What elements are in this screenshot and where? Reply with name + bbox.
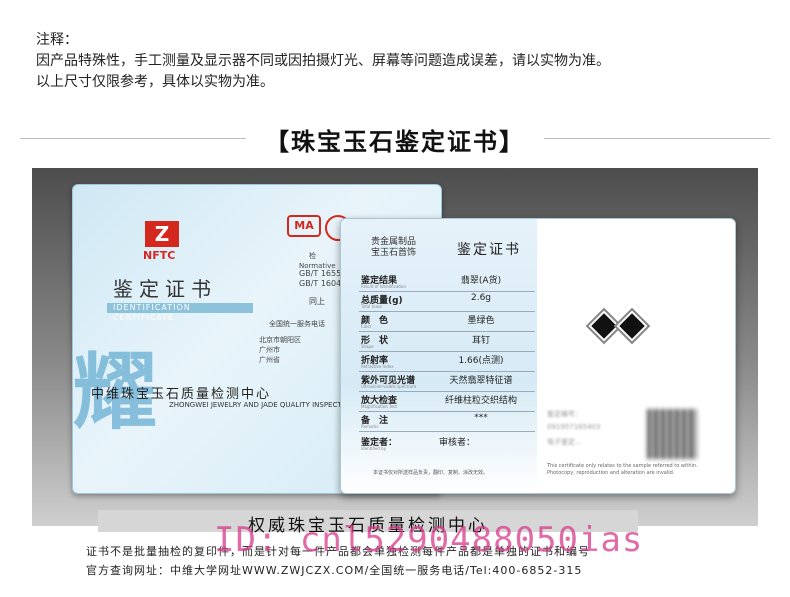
cert-note-blur: 电子鉴定... <box>547 438 582 446</box>
cert-row-remarks: 备 注 *** Remarks <box>359 411 535 432</box>
right-cert-english-footer-2: Photocopy, reproduction and alteration a… <box>547 470 675 476</box>
earring-gem-right-icon <box>616 310 648 342</box>
cert-row-magnification: 放大检查 纤维柱粒交织结构 Magnification Test <box>359 391 535 412</box>
nftc-logo-text: NFTC <box>143 249 176 262</box>
right-cert-head-small: 贵金属制品 宝玉石首饰 <box>371 237 416 259</box>
left-cert-title: 鉴定证书 <box>113 277 217 301</box>
left-cert-subtitle: IDENTIFICATION CERTIFICATE <box>107 303 253 322</box>
cert-number-label: 鉴定编号： <box>547 410 582 418</box>
left-cert-small-6: 全国统一服务电话 <box>269 320 325 328</box>
cert-row-value: 翡翠(A货) <box>460 276 502 286</box>
cert-row-shape: 形 状 耳钉 Shape <box>359 331 535 352</box>
earring-gem-left-icon <box>588 310 620 342</box>
cert-row-value: 墨绿色 <box>467 316 495 326</box>
nftc-logo-icon: Z <box>145 221 179 247</box>
left-cert-small-8: 广州市 <box>259 346 280 354</box>
cert-row-en: Total mass <box>361 304 383 309</box>
cert-row-en: Identified by <box>361 446 387 451</box>
cert-row-en: Ultraviolet-visible spectrum <box>361 384 417 389</box>
left-cert-small-7: 北京市朝阳区 <box>259 336 301 344</box>
qr-code-icon <box>647 409 697 459</box>
cert-number-value: 091957165403 <box>547 423 601 431</box>
cert-row-color: 颜 色 墨绿色 Color <box>359 311 535 332</box>
note-line-2: 以上尺寸仅限参考，具体以实物为准。 <box>36 74 274 90</box>
cert-row-mass: 总质量(g) 2.6g Total mass <box>359 291 535 312</box>
cert-row-spectrum: 紫外可见光谱 天然翡翠特征谱 Ultraviolet-visible spect… <box>359 371 535 392</box>
right-cert-title: 鉴定证书 <box>457 242 521 258</box>
left-cert-small-1: 检 <box>309 252 316 260</box>
cert-row-en: Refractive Index <box>361 364 394 369</box>
note-heading: 注释： <box>36 32 78 48</box>
note-line-1: 因产品特殊性，手工测量及显示器不同或因拍摄灯光、屏幕等问题造成误差，请以实物为准… <box>36 53 610 69</box>
fine-print-2: 官方查询网址：中维大学网址WWW.ZWJCZX.COM/全国统一服务电话/Tel… <box>86 564 583 577</box>
right-certificate-card: 贵金属制品 宝玉石首饰 鉴定证书 鉴定结果 翡翠(A货) Result of I… <box>340 218 736 494</box>
cert-row-value: 纤维柱粒交织结构 <box>444 396 517 406</box>
cert-row-value: *** <box>474 413 488 423</box>
cert-row-en: Shape <box>361 344 374 349</box>
ma-stamp-icon: MA <box>287 215 321 237</box>
right-cert-head-small-2: 宝玉石首饰 <box>371 248 417 258</box>
banner-divider-right <box>544 138 770 139</box>
cert-row-value: 天然翡翠特征谱 <box>449 376 513 386</box>
banner-title: 【珠宝玉石鉴定证书】 <box>265 127 525 156</box>
cert-row-value: 审核者： <box>439 438 476 448</box>
cert-row-en: Result of Identification <box>361 284 406 289</box>
cert-row-en: Remarks <box>361 424 379 429</box>
right-cert-footer: 本证书仅对所送样品负责，翻印、复制、涂改无效。 <box>373 470 489 476</box>
cert-row-value: 2.6g <box>470 293 492 303</box>
cert-row-en: Magnification Test <box>361 404 398 409</box>
right-cert-english-footer: This certificate only relates to the sam… <box>547 463 717 477</box>
cert-row-value: 1.66(点测) <box>458 356 504 366</box>
banner-divider-left <box>20 138 246 139</box>
cert-row-refractive-index: 折射率 1.66(点测) Refractive Index <box>359 351 535 372</box>
cert-row-result: 鉴定结果 翡翠(A货) Result of Identification <box>359 271 535 292</box>
note-block: 注释： 因产品特殊性，手工测量及显示器不同或因拍摄灯光、屏幕等问题造成误差，请以… <box>36 30 610 93</box>
cert-row-en: Color <box>361 324 372 329</box>
title-banner: 【珠宝玉石鉴定证书】 <box>0 116 790 160</box>
cert-row-signatures: 鉴定者： 审核者： Identified by <box>359 433 535 453</box>
seller-watermark: ID: cnl5290488050ias <box>214 520 644 560</box>
left-cert-small-4: GB/T 1604 <box>299 279 342 288</box>
right-cert-head-small-1: 贵金属制品 <box>371 237 417 247</box>
left-cert-small-9: 广州省 <box>259 356 280 364</box>
left-cert-small-5: 同上 <box>309 297 325 306</box>
cert-row-value: 耳钉 <box>471 336 490 346</box>
right-cert-english-footer-1: This certificate only relates to the sam… <box>547 463 698 469</box>
